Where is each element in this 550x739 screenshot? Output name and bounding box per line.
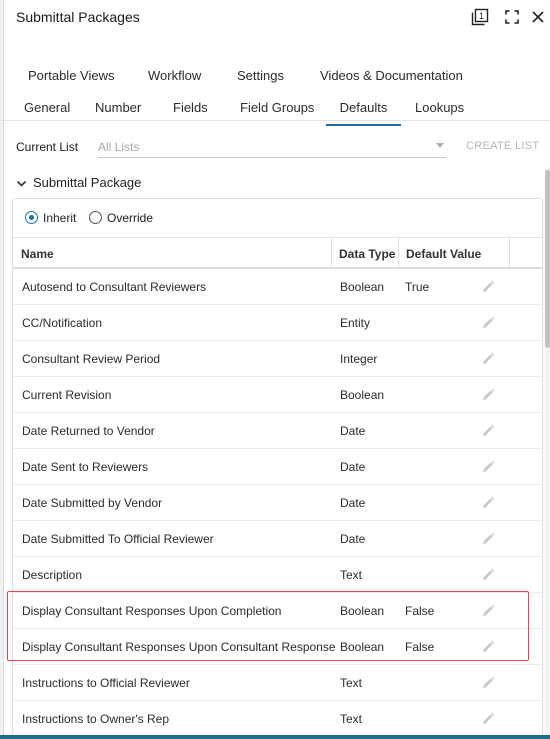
pencil-icon[interactable] bbox=[481, 676, 495, 690]
row-data-type: Entity bbox=[340, 316, 371, 330]
chevron-down-icon bbox=[16, 176, 27, 194]
tab-portable-views[interactable]: Portable Views bbox=[28, 66, 114, 94]
row-data-type: Boolean bbox=[340, 640, 385, 654]
inherit-label: Inherit bbox=[43, 211, 77, 225]
tab-workflow[interactable]: Workflow bbox=[148, 66, 201, 94]
panel-title: Submittal Packages bbox=[16, 9, 140, 25]
table-header: Name Data Type Default Value bbox=[13, 237, 542, 269]
tabs-row-2: General Number Fields Field Groups Defau… bbox=[0, 98, 550, 126]
column-separator bbox=[398, 238, 399, 268]
scrollbar-thumb[interactable] bbox=[545, 170, 550, 348]
row-data-type: Boolean bbox=[340, 604, 385, 618]
row-data-type: Date bbox=[340, 460, 366, 474]
tab-field-groups[interactable]: Field Groups bbox=[240, 98, 314, 126]
section-title: Submittal Package bbox=[33, 175, 142, 190]
row-data-type: Text bbox=[340, 568, 363, 582]
row-name: Consultant Review Period bbox=[22, 352, 161, 366]
pencil-icon[interactable] bbox=[481, 496, 495, 510]
bottom-accent-bar bbox=[0, 735, 550, 739]
row-data-type: Text bbox=[340, 712, 363, 726]
row-name: Instructions to Owner's Rep bbox=[22, 712, 170, 726]
override-label: Override bbox=[107, 211, 154, 225]
row-data-type: Integer bbox=[340, 352, 378, 366]
row-data-type: Date bbox=[340, 424, 366, 438]
row-data-type: Boolean bbox=[340, 280, 385, 294]
pencil-icon[interactable] bbox=[481, 604, 495, 618]
window-tag-number: 1 bbox=[479, 11, 484, 21]
window-tag-icon[interactable]: 1 bbox=[470, 7, 490, 27]
pencil-icon[interactable] bbox=[481, 388, 495, 402]
pencil-icon[interactable] bbox=[481, 568, 495, 582]
current-list-label: Current List bbox=[16, 140, 79, 154]
table-row[interactable]: Consultant Review Period Integer bbox=[13, 341, 542, 377]
tab-fields[interactable]: Fields bbox=[173, 98, 208, 126]
column-header-name[interactable]: Name bbox=[21, 247, 54, 261]
expand-icon[interactable] bbox=[502, 7, 522, 27]
row-default-value: False bbox=[405, 604, 435, 618]
current-list-placeholder: All Lists bbox=[98, 140, 140, 154]
table-row[interactable]: Display Consultant Responses Upon Comple… bbox=[13, 593, 542, 629]
row-default-value: True bbox=[405, 280, 430, 294]
table-row[interactable]: CC/Notification Entity bbox=[13, 305, 542, 341]
tab-videos-documentation[interactable]: Videos & Documentation bbox=[320, 66, 463, 94]
close-icon[interactable] bbox=[528, 7, 548, 27]
table-row[interactable]: Display Consultant Responses Upon Consul… bbox=[13, 629, 542, 665]
pencil-icon[interactable] bbox=[481, 352, 495, 366]
row-name: Current Revision bbox=[22, 388, 112, 402]
radio-unchecked-icon bbox=[89, 211, 102, 224]
table-row[interactable]: Instructions to Owner's Rep Text bbox=[13, 701, 542, 737]
submittal-packages-panel: Submittal Packages 1 Portable Views Work… bbox=[0, 0, 550, 739]
table-row[interactable]: Date Submitted by Vendor Date bbox=[13, 485, 542, 521]
row-data-type: Text bbox=[340, 676, 363, 690]
pencil-icon[interactable] bbox=[481, 424, 495, 438]
column-separator bbox=[331, 238, 332, 268]
row-name: Autosend to Consultant Reviewers bbox=[22, 280, 207, 294]
row-name: Display Consultant Responses Upon Comple… bbox=[22, 604, 282, 618]
pencil-icon[interactable] bbox=[481, 316, 495, 330]
row-name: Date Submitted by Vendor bbox=[22, 496, 163, 510]
table-row[interactable]: Instructions to Official Reviewer Text bbox=[13, 665, 542, 701]
column-header-default-value[interactable]: Default Value bbox=[406, 247, 481, 261]
create-list-button[interactable]: CREATE LIST bbox=[466, 140, 539, 152]
chevron-down-icon bbox=[436, 143, 444, 148]
pencil-icon[interactable] bbox=[481, 712, 495, 726]
tab-settings[interactable]: Settings bbox=[237, 66, 284, 94]
tab-general[interactable]: General bbox=[24, 98, 70, 126]
pencil-icon[interactable] bbox=[481, 280, 495, 294]
row-name: Description bbox=[22, 568, 83, 582]
row-name: Date Submitted To Official Reviewer bbox=[22, 532, 214, 546]
pencil-icon[interactable] bbox=[481, 460, 495, 474]
tab-number[interactable]: Number bbox=[95, 98, 141, 126]
column-header-data-type[interactable]: Data Type bbox=[339, 247, 395, 261]
row-data-type: Date bbox=[340, 532, 366, 546]
tabs-divider bbox=[0, 120, 550, 121]
table-row[interactable]: Description Text bbox=[13, 557, 542, 593]
pencil-icon[interactable] bbox=[481, 640, 495, 654]
row-name: Date Sent to Reviewers bbox=[22, 460, 149, 474]
tab-defaults[interactable]: Defaults bbox=[326, 98, 401, 126]
row-name: Date Returned to Vendor bbox=[22, 424, 155, 438]
row-data-type: Boolean bbox=[340, 388, 385, 402]
table-row[interactable]: Date Submitted To Official Reviewer Date bbox=[13, 521, 542, 557]
row-default-value: False bbox=[405, 640, 435, 654]
current-list-select[interactable]: All Lists bbox=[98, 136, 446, 158]
table-row[interactable]: Date Sent to Reviewers Date bbox=[13, 449, 542, 485]
column-separator bbox=[509, 238, 510, 268]
row-name: CC/Notification bbox=[22, 316, 103, 330]
tabs-row-1: Portable Views Workflow Settings Videos … bbox=[0, 66, 550, 94]
pencil-icon[interactable] bbox=[481, 532, 495, 546]
panel-header: Submittal Packages 1 bbox=[0, 0, 550, 34]
table-row[interactable]: Date Returned to Vendor Date bbox=[13, 413, 542, 449]
row-name: Instructions to Official Reviewer bbox=[22, 676, 190, 690]
radio-checked-icon bbox=[25, 211, 38, 224]
row-data-type: Date bbox=[340, 496, 366, 510]
table-row[interactable]: Autosend to Consultant Reviewers Boolean T… bbox=[13, 269, 542, 305]
tab-lookups[interactable]: Lookups bbox=[415, 98, 464, 126]
table-row[interactable]: Current Revision Boolean bbox=[13, 377, 542, 413]
row-name: Display Consultant Responses Upon Consul… bbox=[22, 640, 336, 654]
defaults-card: Inherit Override Name Data Type Default … bbox=[12, 198, 543, 739]
